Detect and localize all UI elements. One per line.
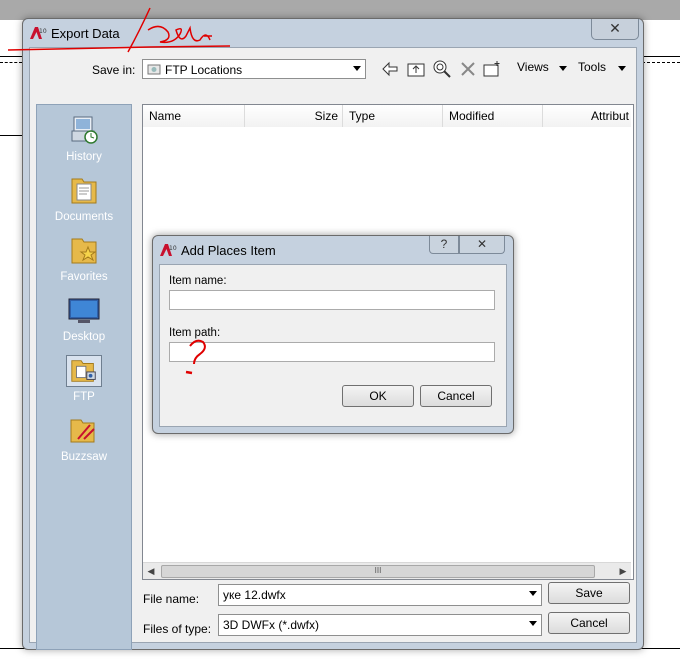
- handwritten-annotation-layer: [7, 7, 231, 375]
- annotation-scribble-stroke: [127, 7, 151, 53]
- annotation-question-mark: [189, 339, 206, 365]
- annotation-underline-stroke: [7, 45, 231, 51]
- annotation-scribble-stroke: [147, 25, 212, 44]
- annotation-question-dot: [185, 370, 193, 375]
